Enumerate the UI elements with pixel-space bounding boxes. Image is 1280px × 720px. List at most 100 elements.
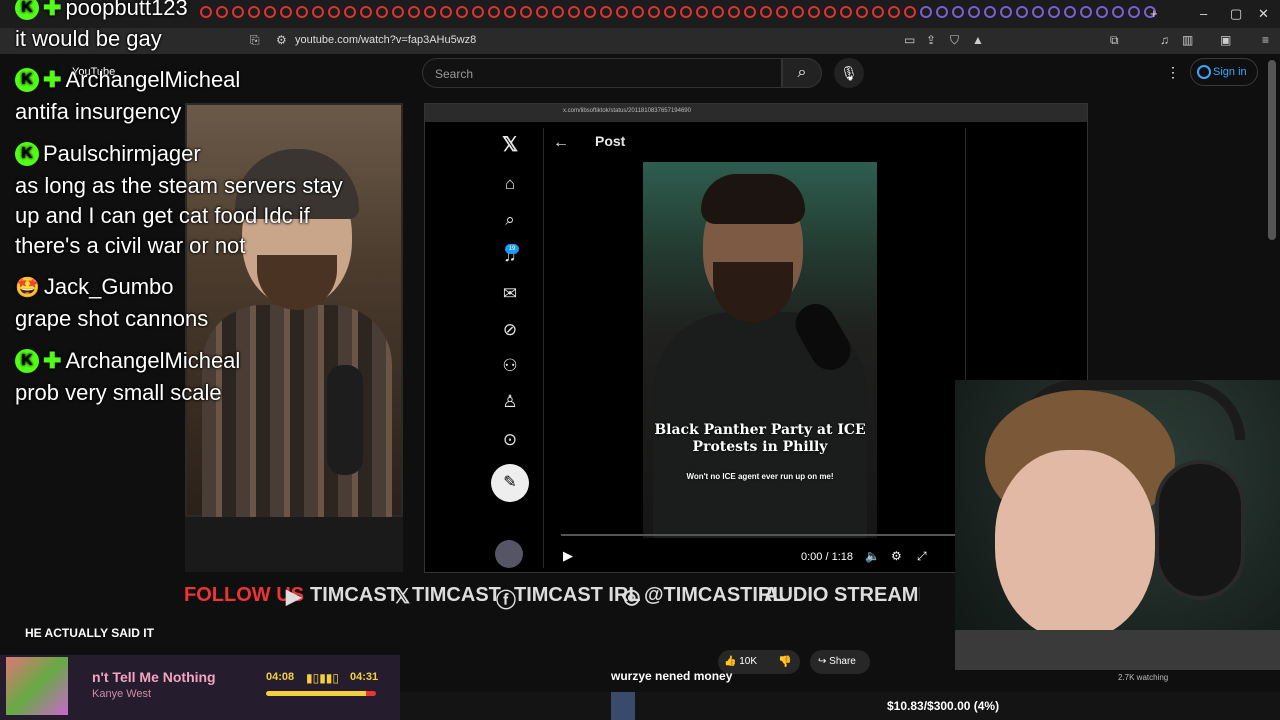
tab-favicon-icon[interactable]	[552, 6, 564, 18]
sign-in-button[interactable]: Sign in	[1190, 58, 1258, 86]
rumble-icon: ▶	[286, 586, 302, 608]
tab-favicon-icon[interactable]	[888, 6, 900, 18]
chat-message-line: up and I can get cat food Idc if	[15, 203, 310, 228]
tab-favicon-icon[interactable]	[456, 6, 468, 18]
dislike-button[interactable]: 👎	[770, 650, 800, 674]
tab-favicon-icon[interactable]	[840, 6, 852, 18]
communities-icon[interactable]: ⚇	[489, 356, 531, 376]
new-tab-icon[interactable]: +	[1150, 6, 1158, 21]
tab-favicon-icon[interactable]	[632, 6, 644, 18]
facebook-icon: ⓕ	[496, 590, 516, 612]
tab-favicon-icon[interactable]	[760, 6, 772, 18]
share-button[interactable]: ↪ Share	[810, 650, 870, 674]
tab-favicon-icon[interactable]	[1032, 6, 1044, 18]
tab-favicon-icon[interactable]	[1080, 6, 1092, 18]
tab-favicon-icon[interactable]	[776, 6, 788, 18]
tab-favicon-icon[interactable]	[664, 6, 676, 18]
tab-favicon-icon[interactable]	[504, 6, 516, 18]
chat-message: it would be gay	[15, 26, 162, 51]
home-icon[interactable]: ⌂	[489, 174, 531, 194]
video-progress-bar[interactable]	[561, 534, 961, 536]
tab-favicon-icon[interactable]	[440, 6, 452, 18]
tab-favicon-icon[interactable]	[488, 6, 500, 18]
tab-favicon-icon[interactable]	[1000, 6, 1012, 18]
share-page-icon[interactable]: ⇪	[926, 33, 936, 47]
tab-favicon-icon[interactable]	[744, 6, 756, 18]
chat-username: 🤩 Jack_Gumbo	[15, 274, 174, 300]
page-scrollbar[interactable]	[1268, 60, 1276, 240]
tab-favicon-icon[interactable]	[1096, 6, 1108, 18]
microphone-icon[interactable]: 🎙	[834, 58, 864, 88]
x-logo-icon[interactable]: 𝕏	[489, 132, 531, 157]
tab-favicon-icon[interactable]	[824, 6, 836, 18]
chat-message: grape shot cannons	[15, 306, 209, 331]
post-video[interactable]: Black Panther Party at ICE Protests in P…	[643, 162, 877, 538]
user-avatar[interactable]	[495, 540, 523, 568]
close-window-icon[interactable]: ✕	[1258, 6, 1269, 22]
tab-favicon-icon[interactable]	[936, 6, 948, 18]
sidebar-icon[interactable]: ▥	[1182, 33, 1193, 47]
tab-favicon-icon[interactable]	[968, 6, 980, 18]
tab-favicon-icon[interactable]	[472, 6, 484, 18]
profile-icon[interactable]: ♙	[489, 392, 531, 412]
settings-icon[interactable]: ⚙	[891, 549, 902, 563]
notification-count-badge: 19	[505, 244, 519, 254]
now-playing-widget: n't Tell Me Nothing Kanye West 04:08 ▮▯▮…	[0, 655, 400, 720]
tab-favicon-icon[interactable]	[856, 6, 868, 18]
like-count: 10K	[739, 656, 758, 667]
rewards-icon[interactable]: ▲	[972, 33, 984, 47]
brave-shield-icon[interactable]: ⛉	[950, 33, 959, 48]
tab-favicon-icon[interactable]	[1064, 6, 1076, 18]
compose-post-button[interactable]: ✎	[491, 464, 529, 502]
tab-favicon-icon[interactable]	[920, 6, 932, 18]
tab-favicon-icon[interactable]	[984, 6, 996, 18]
wallet-icon[interactable]: ▣	[1220, 33, 1231, 47]
messages-icon[interactable]: ✉	[489, 284, 531, 304]
tab-favicon-icon[interactable]	[680, 6, 692, 18]
minimize-icon[interactable]: –	[1200, 6, 1207, 21]
tab-favicon-icon[interactable]	[424, 6, 436, 18]
play-icon[interactable]: ▶	[563, 548, 573, 564]
tab-favicon-icon[interactable]	[808, 6, 820, 18]
tab-favicon-icon[interactable]	[904, 6, 916, 18]
share-icon: ↪	[818, 656, 827, 667]
grok-icon[interactable]: ⊘	[489, 320, 531, 340]
more-options-icon[interactable]: ⋮	[1166, 64, 1180, 81]
tab-favicon-icon[interactable]	[600, 6, 612, 18]
cast-icon[interactable]: ▭	[904, 33, 915, 47]
tab-favicon-icon[interactable]	[584, 6, 596, 18]
goal-bar	[400, 692, 1280, 720]
search-input[interactable]: Search	[422, 58, 782, 88]
playlist-icon[interactable]: ♫	[1160, 33, 1169, 47]
x-handle: TIMCAST	[412, 584, 501, 606]
tab-favicon-icon[interactable]	[568, 6, 580, 18]
explore-icon[interactable]: ⌕	[489, 210, 531, 230]
tab-favicon-icon[interactable]	[952, 6, 964, 18]
tab-favicon-icon[interactable]	[536, 6, 548, 18]
tab-favicon-icon[interactable]	[648, 6, 660, 18]
volume-icon[interactable]: 🔈	[865, 549, 880, 563]
back-arrow-icon[interactable]: ←	[553, 134, 569, 152]
tab-favicon-icon[interactable]	[696, 6, 708, 18]
search-icon[interactable]: ⌕	[782, 58, 822, 88]
donation-message: wurzye nened money	[611, 669, 733, 683]
more-icon[interactable]: ⊙	[489, 430, 531, 450]
tab-favicon-icon[interactable]	[1016, 6, 1028, 18]
tab-favicon-icon[interactable]	[728, 6, 740, 18]
tab-favicon-icon[interactable]	[520, 6, 532, 18]
fullscreen-icon[interactable]: ⤢	[917, 549, 927, 564]
tab-favicon-icon[interactable]	[792, 6, 804, 18]
extensions-icon[interactable]: ⧉	[1110, 33, 1119, 48]
rumble-handle: TIMCAST	[310, 584, 399, 606]
tab-favicon-icon[interactable]	[1128, 6, 1140, 18]
inner-url[interactable]: x.com/libsoftiktok/status/20118108376571…	[563, 108, 691, 114]
maximize-icon[interactable]: ▢	[1230, 6, 1242, 22]
video-time: 0:00 / 1:18	[801, 551, 853, 563]
tab-favicon-icon[interactable]	[872, 6, 884, 18]
tab-favicon-icon[interactable]	[616, 6, 628, 18]
tab-favicon-icon[interactable]	[712, 6, 724, 18]
tab-favicon-icon[interactable]	[1048, 6, 1060, 18]
tab-favicon-icon[interactable]	[1112, 6, 1124, 18]
chat-message-line: as long as the steam servers stay	[15, 173, 343, 198]
menu-icon[interactable]: ≡	[1262, 33, 1269, 47]
